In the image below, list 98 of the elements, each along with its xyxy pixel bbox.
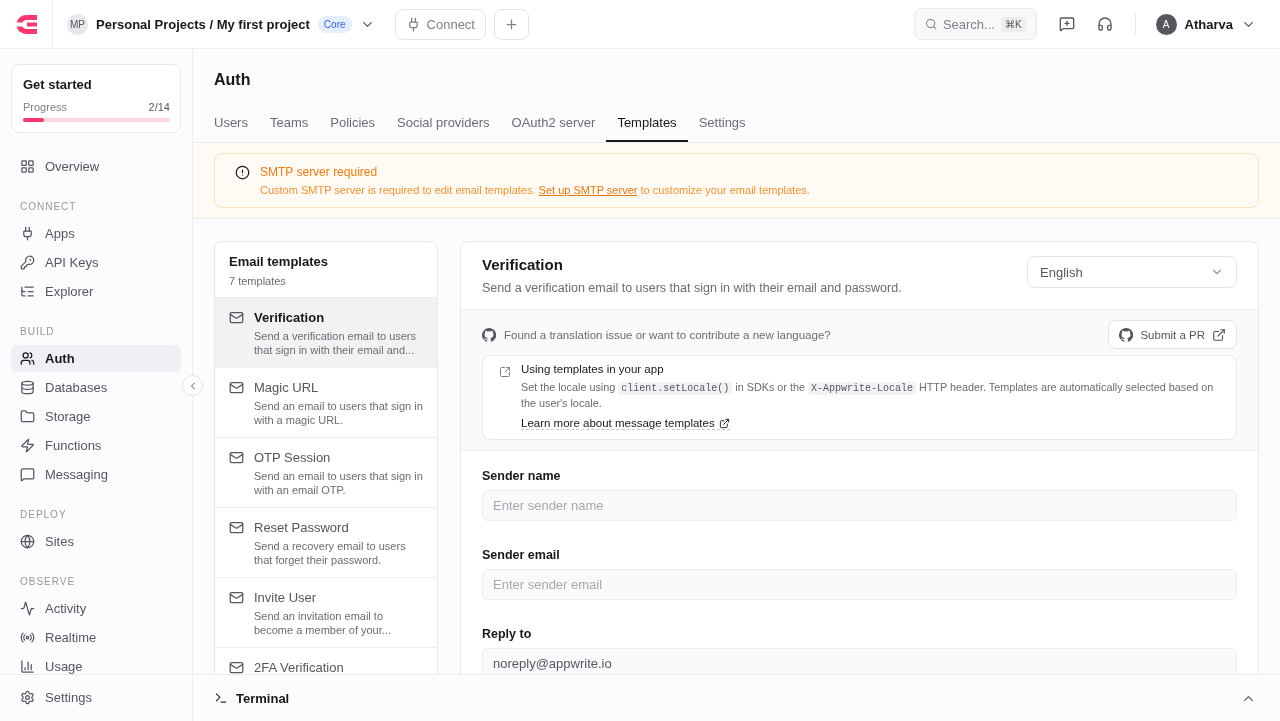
template-description: Send an email to users that sign in with an email OTP. xyxy=(254,469,423,497)
template-title: Reset Password xyxy=(254,520,350,535)
connect-button[interactable]: Connect xyxy=(394,8,486,40)
template-description: Send an invitation email to become a member of your... xyxy=(254,609,392,637)
mail-icon xyxy=(229,660,244,674)
lightning-icon xyxy=(20,438,35,453)
alert-title: SMTP server required xyxy=(260,165,379,179)
mail-icon xyxy=(229,450,244,465)
template-description: Send an email to users that sign in with a magic URL. xyxy=(254,399,423,427)
card-title: Email templates xyxy=(229,254,329,269)
alert-icon xyxy=(235,165,250,180)
template-description: Send a recovery email to users that forget their password. xyxy=(254,539,407,567)
template-title: OTP Session xyxy=(254,450,332,465)
mail-icon xyxy=(229,310,244,325)
tab[interactable]: Social providers xyxy=(386,111,501,142)
user-menu[interactable]: A Atharva xyxy=(1155,13,1256,35)
editor-description: Send a verification email to users that sign in with their email and password. xyxy=(482,281,902,295)
terminal-icon xyxy=(214,691,228,705)
terminal-label[interactable]: Terminal xyxy=(236,690,290,706)
mail-icon xyxy=(229,520,244,535)
submit-pr-button[interactable]: Submit a PR xyxy=(1108,320,1237,349)
sidebar-item[interactable]: Explorer xyxy=(11,278,181,305)
plus-icon xyxy=(503,16,519,32)
sidebar-item[interactable]: Activity xyxy=(11,595,181,622)
input-field[interactable]: Enter sender email xyxy=(482,569,1237,600)
get-started-card[interactable]: Get started Progress 2/14 xyxy=(11,64,181,133)
sidebar-item[interactable]: Apps xyxy=(11,220,181,247)
external-link-icon xyxy=(1212,327,1226,342)
tab[interactable]: Settings xyxy=(687,111,757,142)
sidebar-item[interactable]: Sites xyxy=(11,528,181,555)
tab[interactable]: Policies xyxy=(319,111,387,142)
globe-icon xyxy=(20,534,35,549)
field-label: Reply to xyxy=(482,627,533,641)
field-label: Sender email xyxy=(482,548,561,562)
github-icon xyxy=(1119,327,1134,342)
template-description: Send a verification email to users that sign in with their email and... xyxy=(254,329,418,357)
template-count: 7 templates xyxy=(229,275,287,287)
sidebar-item[interactable]: API Keys xyxy=(11,249,181,276)
settings-icon xyxy=(20,689,35,705)
sidebar-item[interactable]: Storage xyxy=(11,403,181,430)
grid-icon xyxy=(20,159,35,174)
pulse-icon xyxy=(20,601,35,616)
progress-label: Progress xyxy=(23,101,68,113)
page-title: Auth xyxy=(213,70,252,89)
info-text: Set the locale using client.setLocale() in SDKs or the X-Appwrite-Locale HTTP header. Templates are automatically selected based on the user's locale. xyxy=(521,380,1215,410)
progress-count: 2/14 xyxy=(148,101,170,113)
alert-text: Custom SMTP server is required to edit email templates. Set up SMTP server to customize your email templates. xyxy=(260,184,810,196)
section-heading: BUILD xyxy=(19,326,56,337)
feedback-button[interactable] xyxy=(1058,16,1075,32)
mail-icon xyxy=(229,590,244,605)
list-icon xyxy=(20,284,35,299)
templates-docs-link[interactable]: Learn more about message templates xyxy=(521,417,730,430)
section-heading: CONNECT xyxy=(19,201,78,212)
editor-title: Verification xyxy=(482,256,564,273)
input-field[interactable]: noreply@appwrite.io xyxy=(482,648,1237,674)
sidebar-item[interactable]: Auth xyxy=(11,345,181,372)
chat-icon xyxy=(20,467,35,482)
sidebar-item[interactable]: Messaging xyxy=(11,461,181,488)
sidebar-item[interactable]: Functions xyxy=(11,432,181,459)
section-heading: DEPLOY xyxy=(19,509,68,520)
input-field[interactable]: Enter sender name xyxy=(482,490,1237,521)
broadcast-icon xyxy=(20,630,35,645)
sidebar-item[interactable]: Settings xyxy=(11,683,181,711)
sidebar-item[interactable]: Databases xyxy=(11,374,181,401)
search-icon xyxy=(924,17,937,31)
plan-badge: Core xyxy=(317,15,352,33)
search-field[interactable]: Search... ⌘K xyxy=(913,8,1037,40)
sidebar-item[interactable]: Overview xyxy=(11,153,181,180)
project-avatar: MP xyxy=(67,13,88,35)
contribute-text: Found a translation issue or want to contribute a new language? xyxy=(504,328,831,341)
sidebar-item[interactable]: Usage xyxy=(11,653,181,674)
template-title: 2FA Verification xyxy=(254,660,344,674)
key-icon xyxy=(20,255,35,270)
folder-icon xyxy=(20,409,35,424)
section-heading: OBSERVE xyxy=(19,576,77,587)
plug-icon xyxy=(20,226,35,241)
sidebar-item[interactable]: Realtime xyxy=(11,624,181,651)
card-title: Get started xyxy=(23,77,92,92)
github-icon xyxy=(482,327,496,342)
external-link-icon xyxy=(499,366,511,378)
info-title: Using templates in your app xyxy=(521,363,665,375)
field-label: Sender name xyxy=(482,469,562,483)
tab[interactable]: Teams xyxy=(258,111,320,142)
logo-icon xyxy=(15,14,37,34)
bar-chart-icon xyxy=(20,659,35,674)
template-title: Invite User xyxy=(254,590,318,605)
tab[interactable]: OAuth2 server xyxy=(500,111,607,142)
support-button[interactable] xyxy=(1096,16,1113,32)
project-path[interactable]: Personal Projects / My first project xyxy=(96,16,310,32)
template-item[interactable]: Verification Send a verification email to users that sign in with their email and... xyxy=(215,298,437,368)
users-icon xyxy=(20,351,35,366)
template-title: Verification xyxy=(254,310,326,325)
external-link-icon xyxy=(718,417,730,429)
language-select[interactable]: English xyxy=(1027,256,1237,288)
tab[interactable]: Users xyxy=(203,111,259,142)
database-icon xyxy=(20,380,35,395)
template-title: Magic URL xyxy=(254,380,320,395)
mail-icon xyxy=(229,380,244,395)
